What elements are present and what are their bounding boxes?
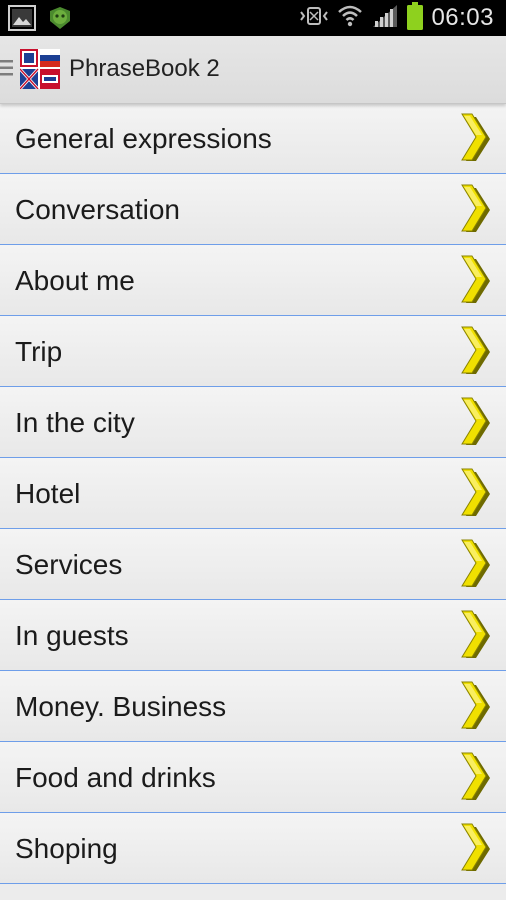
chevron-right-icon bbox=[458, 537, 492, 589]
list-item[interactable]: Money. Business bbox=[0, 671, 506, 742]
list-item[interactable]: Hotel bbox=[0, 458, 506, 529]
menu-icon[interactable] bbox=[0, 58, 14, 78]
category-list: General expressions Conversation About me T… bbox=[0, 103, 506, 884]
chevron-right-icon bbox=[458, 608, 492, 660]
list-item-label: Conversation bbox=[15, 194, 180, 225]
flags-logo-icon[interactable] bbox=[18, 49, 60, 91]
list-item[interactable]: About me bbox=[0, 245, 506, 316]
list-item[interactable]: In the city bbox=[0, 387, 506, 458]
status-time: 06:03 bbox=[431, 4, 494, 31]
chevron-right-icon bbox=[458, 679, 492, 731]
chevron-right-icon bbox=[458, 253, 492, 305]
signal-icon bbox=[371, 3, 399, 34]
list-item[interactable]: In guests bbox=[0, 600, 506, 671]
list-item-label: Hotel bbox=[15, 478, 81, 509]
chevron-right-icon bbox=[458, 395, 492, 447]
status-bar: 06:03 bbox=[0, 0, 506, 36]
system-status-icons: 06:03 bbox=[299, 1, 494, 35]
list-item-label: Food and drinks bbox=[15, 762, 216, 793]
vibrate-icon bbox=[299, 6, 329, 31]
action-bar: PhraseBook 2 bbox=[0, 36, 506, 104]
list-item-label: In guests bbox=[15, 620, 129, 651]
notification-icons bbox=[8, 5, 74, 36]
list-item[interactable]: Services bbox=[0, 529, 506, 600]
list-item[interactable]: Conversation bbox=[0, 174, 506, 245]
list-item-label: Services bbox=[15, 549, 123, 580]
app-title: PhraseBook 2 bbox=[69, 55, 220, 82]
list-item[interactable]: Shoping bbox=[0, 813, 506, 884]
list-item-label: Trip bbox=[15, 336, 63, 367]
android-app-icon bbox=[46, 5, 74, 36]
list-item[interactable]: General expressions bbox=[0, 103, 506, 174]
chevron-right-icon bbox=[458, 182, 492, 234]
list-item-label: Shoping bbox=[15, 833, 118, 864]
list-item-label: About me bbox=[15, 265, 135, 296]
chevron-right-icon bbox=[458, 821, 492, 873]
chevron-right-icon bbox=[458, 466, 492, 518]
list-item-label: In the city bbox=[15, 407, 135, 438]
chevron-right-icon bbox=[458, 750, 492, 802]
list-item-label: General expressions bbox=[15, 123, 272, 154]
list-item[interactable]: Trip bbox=[0, 316, 506, 387]
chevron-right-icon bbox=[458, 324, 492, 376]
chevron-right-icon bbox=[458, 111, 492, 163]
wifi-icon bbox=[337, 3, 363, 34]
list-item-label: Money. Business bbox=[15, 691, 227, 722]
gallery-icon bbox=[8, 5, 36, 36]
battery-icon bbox=[407, 1, 424, 35]
list-item[interactable]: Food and drinks bbox=[0, 742, 506, 813]
